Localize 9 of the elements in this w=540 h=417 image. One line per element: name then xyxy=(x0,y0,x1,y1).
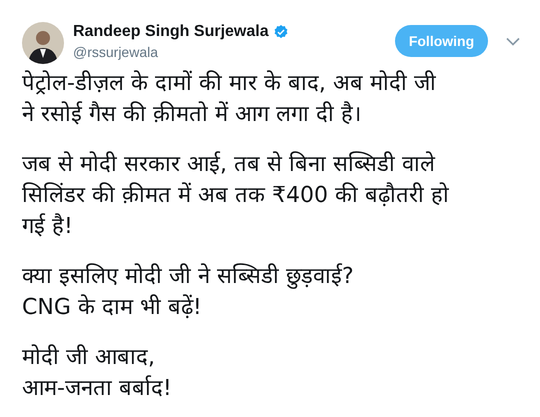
tweet-paragraph: मोदी जी आबाद, आम-जनता बर्बाद! xyxy=(22,343,173,403)
author-handle[interactable]: @rssurjewala xyxy=(73,42,289,62)
tweet-paragraph: जब से मोदी सरकार आई, तब से बिना सब्सिडी वाले सिलिंडर की क़ीमत में अब तक ₹400 की बढ़ौतरी हो गई है! xyxy=(22,150,450,241)
tweet-paragraph: क्या इसलिए मोदी जी ने सब्सिडी छुड़वाई? CNG के दाम भी बढ़ें! xyxy=(22,262,355,322)
following-button[interactable]: Following xyxy=(395,25,488,57)
tweet-paragraph: पेट्रोल-डीज़ल के दामों की मार के बाद, अब मोदी जी ने रसोई गैस की क़ीमतो में आग लगा दी है। xyxy=(22,69,437,129)
chevron-down-icon[interactable] xyxy=(506,36,520,46)
avatar[interactable] xyxy=(22,22,64,64)
author-name[interactable]: Randeep Singh Surjewala xyxy=(73,22,269,42)
